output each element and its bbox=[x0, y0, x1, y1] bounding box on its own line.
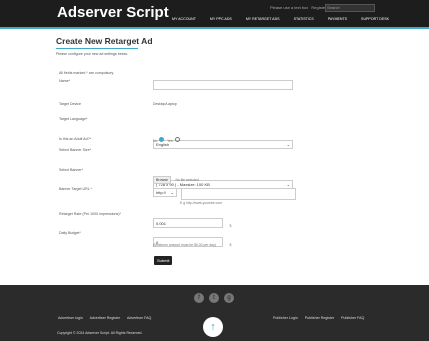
select-banner-label: Select Banner* bbox=[59, 168, 83, 172]
page-subtitle: Please configure your new ad settings be… bbox=[56, 52, 128, 56]
nav-my-account[interactable]: MY ACCOUNT bbox=[172, 17, 196, 21]
chevron-down-icon: ⌄ bbox=[170, 190, 174, 195]
nav-statistics[interactable]: STATISTICS bbox=[294, 17, 314, 21]
top-link-note: Please use a text box bbox=[270, 5, 309, 10]
target-url-group: http:// ⌄ bbox=[153, 188, 297, 206]
nav-my-ppc-ads[interactable]: MY PPC ADS bbox=[210, 17, 232, 21]
nav-payments[interactable]: PAYMENTS bbox=[328, 17, 347, 21]
browse-button[interactable]: Browse bbox=[153, 176, 171, 184]
footer-left-links: Advertiser login Advertiser Register Adv… bbox=[58, 316, 151, 320]
url-scheme-value: http:// bbox=[156, 190, 167, 195]
arrow-up-icon: ↑ bbox=[210, 321, 216, 333]
google-plus-icon[interactable]: g bbox=[224, 293, 234, 303]
file-picker: Browse No file selected. bbox=[153, 168, 200, 186]
twitter-icon[interactable]: t bbox=[209, 293, 219, 303]
facebook-icon[interactable]: f bbox=[194, 293, 204, 303]
budget-hint: (Minimum amount must be $0.00 per day) bbox=[153, 243, 216, 247]
target-device-value: Desktop/Laptop bbox=[153, 102, 177, 106]
rate-unit: $ bbox=[229, 224, 232, 228]
scroll-to-top-button[interactable]: ↑ bbox=[203, 317, 223, 337]
daily-budget-label: Daily Budget* bbox=[59, 231, 81, 235]
top-navbar: Adserver Script Please use a text box Re… bbox=[0, 0, 429, 29]
nav-my-retarget-ads[interactable]: MY RETARGET ADS bbox=[246, 17, 280, 21]
footer-advertiser-login[interactable]: Advertiser login bbox=[58, 316, 83, 320]
adult-yes-radio[interactable] bbox=[174, 137, 180, 142]
adult-yes-label: Yes bbox=[167, 139, 173, 143]
adult-radio-group: No Yes bbox=[153, 137, 180, 143]
page-title: Create New Retarget Ad bbox=[56, 36, 153, 46]
title-underline bbox=[56, 48, 138, 49]
budget-unit: $ bbox=[229, 243, 232, 247]
nav-support-desk[interactable]: SUPPORT DESK bbox=[361, 17, 389, 21]
target-language-label: Target Language* bbox=[59, 117, 88, 121]
required-note: All fields marked * are compulsory. bbox=[59, 71, 115, 75]
footer-publisher-register[interactable]: Publisher Register bbox=[305, 316, 334, 320]
footer-advertiser-faq[interactable]: Advertiser FAQ bbox=[127, 316, 151, 320]
adult-label: Is this an Adult Ad?* bbox=[59, 137, 91, 141]
banner-size-label: Select Banner Size* bbox=[59, 148, 91, 152]
footer-advertiser-register[interactable]: Advertiser Register bbox=[90, 316, 121, 320]
target-device-label: Target Device bbox=[59, 102, 81, 106]
search-input[interactable]: Search bbox=[325, 4, 375, 12]
retarget-rate-group: 0.001 $ bbox=[153, 214, 231, 232]
url-scheme-select[interactable]: http:// ⌄ bbox=[153, 188, 177, 197]
footer-publisher-faq[interactable]: Publisher FAQ bbox=[341, 316, 364, 320]
footer-publisher-login[interactable]: Publisher Login bbox=[273, 316, 298, 320]
submit-button[interactable]: Submit bbox=[154, 256, 173, 265]
name-input[interactable] bbox=[153, 80, 293, 90]
target-url-label: Banner Target URL * bbox=[59, 187, 92, 191]
no-file-label: No file selected. bbox=[175, 178, 200, 182]
retarget-rate-label: Retarget Rate (Per 1000 impressions)* bbox=[59, 212, 121, 216]
url-hint: E.g http://www.youtube.com bbox=[180, 201, 223, 205]
brand-logo[interactable]: Adserver Script bbox=[57, 4, 169, 21]
chevron-down-icon: ⌄ bbox=[286, 142, 290, 147]
target-url-input[interactable] bbox=[181, 188, 297, 200]
adult-no-radio[interactable] bbox=[159, 137, 165, 142]
daily-budget-group: 0 $ bbox=[153, 233, 231, 251]
copyright-text: Copyright © 2024 Adserver Script. All Ri… bbox=[57, 331, 143, 335]
main-content: Create New Retarget Ad Please configure … bbox=[56, 36, 374, 265]
name-label: Name* bbox=[59, 79, 70, 83]
main-nav: MY ACCOUNT MY PPC ADS MY RETARGET ADS ST… bbox=[172, 17, 402, 21]
retarget-rate-input[interactable]: 0.001 bbox=[153, 217, 223, 228]
footer-right-links: Publisher Login Publisher Register Publi… bbox=[273, 316, 364, 320]
adult-no-label: No bbox=[153, 139, 158, 143]
